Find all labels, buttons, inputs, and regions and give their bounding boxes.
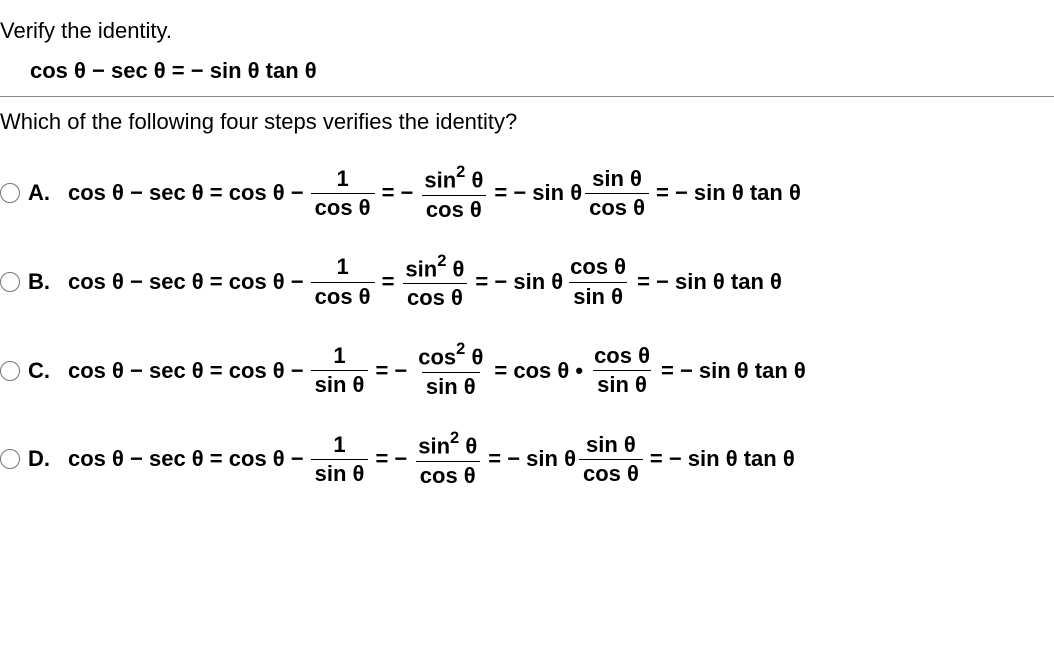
radio-A[interactable] bbox=[0, 183, 20, 203]
option-C-math: cos θ − sec θ = cos θ − 1sin θ = − cos2 … bbox=[68, 342, 806, 399]
option-letter-B: B. bbox=[28, 269, 50, 295]
radio-B[interactable] bbox=[0, 272, 20, 292]
question-text: Which of the following four steps verifi… bbox=[0, 109, 1054, 135]
divider bbox=[0, 96, 1054, 97]
option-D-math: cos θ − sec θ = cos θ − 1sin θ = − sin2 … bbox=[68, 431, 795, 488]
option-letter-A: A. bbox=[28, 180, 50, 206]
option-A[interactable]: A. cos θ − sec θ = cos θ − 1cos θ = − si… bbox=[0, 165, 1054, 222]
options-group: A. cos θ − sec θ = cos θ − 1cos θ = − si… bbox=[0, 165, 1054, 488]
option-A-math: cos θ − sec θ = cos θ − 1cos θ = − sin2 … bbox=[68, 165, 801, 222]
option-B[interactable]: B. cos θ − sec θ = cos θ − 1cos θ = sin2… bbox=[0, 254, 1054, 311]
option-letter-C: C. bbox=[28, 358, 50, 384]
instruction-text: Verify the identity. bbox=[0, 18, 1054, 44]
radio-D[interactable] bbox=[0, 449, 20, 469]
radio-C[interactable] bbox=[0, 361, 20, 381]
option-D[interactable]: D. cos θ − sec θ = cos θ − 1sin θ = − si… bbox=[0, 431, 1054, 488]
option-letter-D: D. bbox=[28, 446, 50, 472]
identity-equation: cos θ − sec θ = − sin θ tan θ bbox=[30, 58, 1054, 84]
option-B-math: cos θ − sec θ = cos θ − 1cos θ = sin2 θc… bbox=[68, 254, 782, 311]
option-C[interactable]: C. cos θ − sec θ = cos θ − 1sin θ = − co… bbox=[0, 342, 1054, 399]
